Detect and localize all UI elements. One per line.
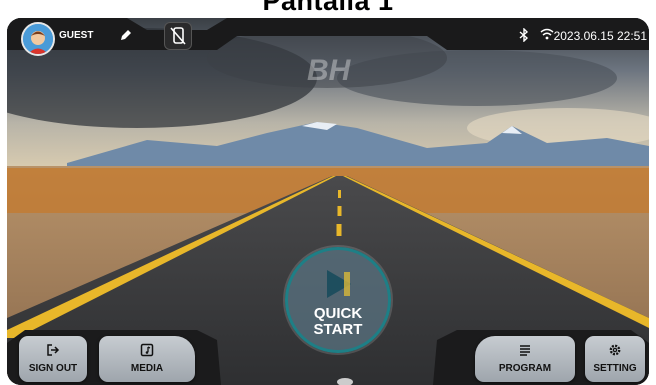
wifi-icon — [540, 28, 554, 40]
phone-toggle-button[interactable] — [164, 22, 192, 50]
edit-pencil-icon[interactable] — [119, 28, 133, 42]
program-label: PROGRAM — [498, 363, 552, 374]
sign-out-button[interactable]: SIGN OUT — [19, 336, 87, 382]
quick-start-label-line1: QUICK — [313, 305, 363, 322]
top-status-bar: GUEST 2023.06.15 22:51 — [7, 18, 649, 70]
bottom-handle[interactable] — [337, 378, 353, 385]
bluetooth-icon — [519, 28, 529, 42]
datetime-display: 2023.06.15 22:51 — [553, 29, 647, 43]
page-title: Pantalla 1 — [262, 0, 394, 16]
program-icon — [520, 345, 530, 356]
device-screen: BH GUEST 2023.06.15 22:51 SIGN OUT MEDIA… — [7, 18, 649, 385]
media-button[interactable]: MEDIA — [99, 336, 195, 382]
setting-gear-icon — [609, 344, 621, 356]
no-phone-icon — [170, 27, 186, 45]
user-name-label: GUEST — [59, 30, 94, 41]
sign-out-label: SIGN OUT — [28, 363, 78, 374]
sign-out-icon — [47, 344, 60, 356]
program-button[interactable]: PROGRAM — [475, 336, 575, 382]
user-avatar-icon — [23, 24, 53, 54]
media-icon — [140, 343, 154, 357]
setting-button[interactable]: SETTING — [585, 336, 645, 382]
media-label: MEDIA — [130, 363, 164, 374]
avatar[interactable] — [21, 22, 55, 56]
quick-start-button[interactable]: QUICK START — [285, 247, 391, 353]
quick-start-label-line2: START — [313, 321, 363, 338]
setting-label: SETTING — [593, 363, 637, 374]
play-icon — [327, 270, 351, 298]
